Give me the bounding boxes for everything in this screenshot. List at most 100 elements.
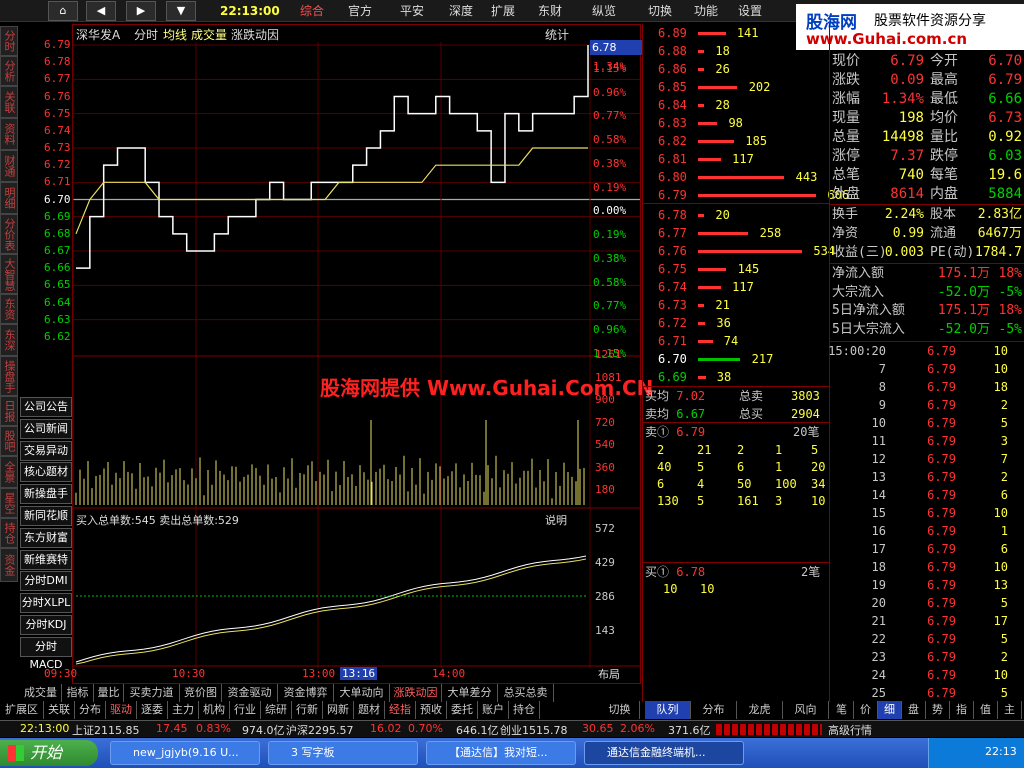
left-button-2[interactable]: 交易异动 [20, 440, 72, 461]
taskbar-item-2[interactable]: 【通达信】我对短... [426, 741, 576, 765]
right-tab-4[interactable]: 势 [926, 701, 950, 719]
sector-tab-3[interactable]: 驱动 [106, 701, 137, 719]
tick-row: 17 6.79 6 [871, 542, 1008, 556]
buy-row[interactable]: 6.70 217 [658, 350, 773, 368]
right-tab-0[interactable]: 笔 [830, 701, 854, 719]
queue-tab-2[interactable]: 龙虎 [737, 701, 783, 719]
current-price-flag: 6.78 [590, 40, 642, 55]
taskbar: 开始 new_jgjyb(9.16 U... 3 写字板 【通达信】我对短... 通达… [0, 738, 1024, 768]
bottom-tab-4[interactable]: 竞价图 [180, 684, 222, 702]
taskbar-item-0[interactable]: new_jgjyb(9.16 U... [110, 741, 260, 765]
sector-tab-5[interactable]: 主力 [168, 701, 199, 719]
buy-row[interactable]: 6.73 21 [658, 296, 730, 314]
sector-tab-12[interactable]: 经指 [385, 701, 416, 719]
bottom-tab-3[interactable]: 买卖力道 [124, 684, 180, 702]
left-button-11[interactable]: 分时MACD [20, 636, 72, 671]
right-tab-6[interactable]: 值 [974, 701, 998, 719]
status-cy[interactable]: 创业1515.78 [500, 722, 568, 738]
buy-row[interactable]: 6.78 20 [658, 206, 730, 224]
sector-tab-1[interactable]: 关联 [44, 701, 75, 719]
status-sz[interactable]: 沪深2295.57 [286, 722, 354, 738]
activity-meter [716, 724, 822, 735]
sector-tab-4[interactable]: 逐委 [137, 701, 168, 719]
left-button-8[interactable]: 分时DMI [20, 571, 72, 592]
sell-row[interactable]: 6.80 443 [658, 168, 817, 186]
left-button-0[interactable]: 公司公告 [20, 397, 72, 417]
bottom-tab-9[interactable]: 大单差分 [442, 684, 498, 702]
time-axis-label: 14:00 [432, 667, 466, 680]
sell-row[interactable]: 6.88 18 [658, 42, 730, 60]
right-tab-2[interactable]: 细 [878, 701, 902, 719]
pct-axis-label: 1.15% [593, 61, 627, 75]
left-button-6[interactable]: 东方财富 [20, 527, 72, 548]
sector-tab-16[interactable]: 持仓 [509, 701, 540, 719]
tick-row: 9 6.79 2 [878, 398, 1008, 412]
tick-row: 15 6.79 10 [871, 506, 1008, 520]
right-tab-7[interactable]: 主 [998, 701, 1022, 719]
status-hq[interactable]: 高级行情 [828, 722, 872, 738]
sell-row[interactable]: 6.81 117 [658, 150, 754, 168]
sell-row[interactable]: 6.86 26 [658, 60, 730, 78]
buy-row[interactable]: 6.69 38 [658, 368, 731, 386]
tick-row: 16 6.79 1 [871, 524, 1008, 538]
buy-row[interactable]: 6.77 258 [658, 224, 781, 242]
order-axis-label: 143 [595, 624, 615, 637]
sector-tab-2[interactable]: 分布 [75, 701, 106, 719]
sector-tab-8[interactable]: 综研 [261, 701, 292, 719]
left-button-9[interactable]: 分时XLPL [20, 593, 72, 614]
sell-row[interactable]: 6.83 98 [658, 114, 743, 132]
taskbar-item-1[interactable]: 3 写字板 [268, 741, 418, 765]
right-tab-3[interactable]: 盘 [902, 701, 926, 719]
sector-tab-10[interactable]: 网新 [323, 701, 354, 719]
buy-row[interactable]: 6.72 36 [658, 314, 731, 332]
bottom-tab-5[interactable]: 资金驱动 [222, 684, 278, 702]
taskbar-item-3[interactable]: 通达信金融终端机... [584, 741, 744, 765]
sell-row[interactable]: 6.79 606 [658, 186, 849, 204]
bottom-tab-1[interactable]: 指标 [62, 684, 94, 702]
sell-row[interactable]: 6.84 28 [658, 96, 730, 114]
summary-row-2: 卖均 6.67 总买 2904 [645, 407, 820, 421]
right-tab-1[interactable]: 价 [854, 701, 878, 719]
buy-row[interactable]: 6.71 74 [658, 332, 738, 350]
sector-tab-13[interactable]: 预收 [416, 701, 447, 719]
status-sh[interactable]: 上证2115.85 [72, 722, 140, 738]
price-axis-label: 6.69 [44, 209, 71, 223]
bottom-tab-0[interactable]: 成交量 [20, 684, 62, 702]
sector-tab-17[interactable]: 切换 [600, 701, 640, 719]
bottom-tab-6[interactable]: 资金博弈 [278, 684, 334, 702]
bottom-tab-2[interactable]: 量比 [94, 684, 124, 702]
queue-cell: 2 [737, 443, 745, 457]
sector-tab-14[interactable]: 委托 [447, 701, 478, 719]
layout-button[interactable]: 布局 [598, 666, 620, 682]
bottom-tab-8[interactable]: 涨跌动因 [390, 684, 442, 702]
buy-row[interactable]: 6.74 117 [658, 278, 754, 296]
tick-row: 18 6.79 10 [871, 560, 1008, 574]
left-button-4[interactable]: 新操盘手 [20, 484, 72, 505]
sell-row[interactable]: 6.85 202 [658, 78, 770, 96]
queue-cell: 34 [811, 477, 826, 491]
right-tab-5[interactable]: 指 [950, 701, 974, 719]
bottom-tab-10[interactable]: 总买总卖 [498, 684, 554, 702]
left-button-7[interactable]: 新维赛特 [20, 549, 72, 570]
queue-tab-3[interactable]: 风向 [783, 701, 829, 719]
order-note[interactable]: 说明 [545, 512, 567, 528]
sector-tab-15[interactable]: 账户 [478, 701, 509, 719]
left-button-3[interactable]: 核心题材 [20, 462, 72, 483]
sector-tab-9[interactable]: 行新 [292, 701, 323, 719]
buy-row[interactable]: 6.75 145 [658, 260, 759, 278]
queue-cell: 1 [775, 443, 783, 457]
sector-tab-11[interactable]: 题材 [354, 701, 385, 719]
sector-tab-0[interactable]: 扩展区 [0, 701, 44, 719]
queue-tab-0[interactable]: 队列 [645, 701, 691, 719]
left-button-1[interactable]: 公司新闻 [20, 418, 72, 439]
left-button-5[interactable]: 新同花顺 [20, 506, 72, 526]
queue-cell: 10 [700, 582, 715, 596]
sector-tab-7[interactable]: 行业 [230, 701, 261, 719]
sell-row[interactable]: 6.89 141 [658, 24, 759, 42]
bottom-tab-7[interactable]: 大单动向 [334, 684, 390, 702]
queue-tab-1[interactable]: 分布 [691, 701, 737, 719]
buy-row[interactable]: 6.76 534 [658, 242, 835, 260]
sell-row[interactable]: 6.82 185 [658, 132, 767, 150]
left-button-10[interactable]: 分时KDJ [20, 615, 72, 635]
sector-tab-6[interactable]: 机构 [199, 701, 230, 719]
